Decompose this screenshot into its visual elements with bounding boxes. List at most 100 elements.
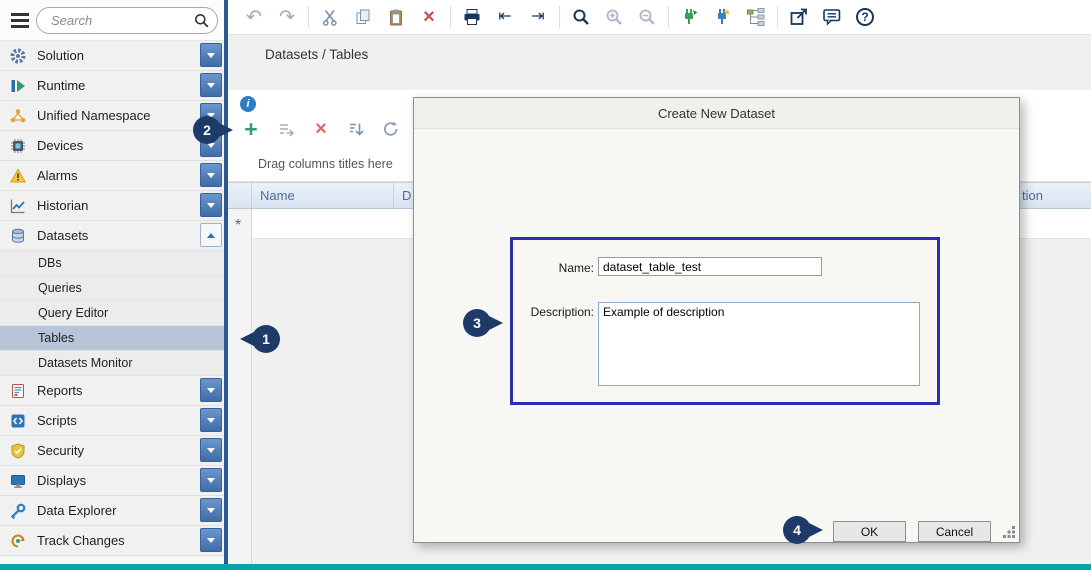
sidebar-item-displays[interactable]: Displays bbox=[0, 466, 224, 496]
chip-icon bbox=[8, 138, 28, 154]
ok-button[interactable]: OK bbox=[833, 521, 906, 542]
print-icon[interactable] bbox=[460, 5, 484, 29]
paste-icon[interactable] bbox=[384, 5, 408, 29]
sidebar-item-label: Unified Namespace bbox=[37, 108, 150, 123]
sidebar-item-scripts[interactable]: Scripts bbox=[0, 406, 224, 436]
sidebar-item-alarms[interactable]: Alarms bbox=[0, 161, 224, 191]
help-icon[interactable] bbox=[853, 5, 877, 29]
sidebar-item-label: Runtime bbox=[37, 78, 85, 93]
sidebar-item-label: Historian bbox=[37, 198, 88, 213]
hierarchy-icon[interactable] bbox=[744, 5, 768, 29]
callout-1-pointer bbox=[240, 332, 254, 346]
zoom-in-icon[interactable] bbox=[602, 5, 626, 29]
chart-icon bbox=[8, 198, 28, 214]
connect-icon[interactable] bbox=[678, 5, 702, 29]
historian-dropdown-button[interactable] bbox=[200, 193, 222, 217]
undo-icon[interactable]: ↶ bbox=[242, 5, 266, 29]
hamburger-menu-icon[interactable] bbox=[11, 13, 29, 16]
sidebar-item-label: Security bbox=[37, 443, 84, 458]
sidebar-subitem-datasets-monitor[interactable]: Datasets Monitor bbox=[0, 351, 224, 376]
navigate-previous-icon[interactable]: ⇤ bbox=[493, 5, 517, 29]
wrench-icon bbox=[8, 503, 28, 519]
application-window: Solution Runtime Unified Namespace Devic… bbox=[0, 0, 1091, 570]
info-icon[interactable] bbox=[240, 96, 256, 112]
cut-icon[interactable] bbox=[318, 5, 342, 29]
column-header-name[interactable]: Name bbox=[252, 183, 394, 208]
reports-dropdown-button[interactable] bbox=[200, 378, 222, 402]
sidebar-item-runtime[interactable]: Runtime bbox=[0, 71, 224, 101]
comment-icon[interactable] bbox=[820, 5, 844, 29]
sidebar-item-datasets[interactable]: Datasets bbox=[0, 221, 224, 251]
solution-dropdown-button[interactable] bbox=[200, 43, 222, 67]
sidebar-item-label: Alarms bbox=[37, 168, 77, 183]
toolbar-separator bbox=[308, 6, 309, 28]
breadcrumb-bar: Datasets / Tables bbox=[228, 35, 1091, 90]
security-dropdown-button[interactable] bbox=[200, 438, 222, 462]
sidebar-header bbox=[0, 0, 224, 41]
grid-toolbar: + × bbox=[240, 116, 402, 142]
group-hint: Drag columns titles here bbox=[258, 157, 393, 171]
toolbar-separator bbox=[668, 6, 669, 28]
sidebar: Solution Runtime Unified Namespace Devic… bbox=[0, 0, 224, 564]
sidebar-item-label: Datasets bbox=[37, 228, 88, 243]
sidebar-subitem-queries[interactable]: Queries bbox=[0, 276, 224, 301]
redo-icon[interactable]: ↷ bbox=[275, 5, 299, 29]
database-icon bbox=[8, 228, 28, 244]
callout-3-pointer bbox=[489, 316, 503, 330]
open-external-icon[interactable] bbox=[787, 5, 811, 29]
datasets-collapse-toggle[interactable] bbox=[200, 223, 222, 247]
delete-icon[interactable]: × bbox=[417, 5, 441, 29]
sync-icon bbox=[8, 533, 28, 549]
sidebar-subitem-tables[interactable]: Tables bbox=[0, 326, 224, 351]
history-icon[interactable] bbox=[380, 118, 402, 140]
dialog-title-bar[interactable]: Create New Dataset bbox=[414, 98, 1019, 129]
sidebar-item-label: Reports bbox=[37, 383, 83, 398]
toolbar-separator bbox=[777, 6, 778, 28]
find-icon[interactable] bbox=[569, 5, 593, 29]
data-explorer-dropdown-button[interactable] bbox=[200, 498, 222, 522]
sidebar-item-track-changes[interactable]: Track Changes bbox=[0, 526, 224, 556]
zoom-out-icon[interactable] bbox=[635, 5, 659, 29]
sidebar-item-reports[interactable]: Reports bbox=[0, 376, 224, 406]
copy-icon[interactable] bbox=[351, 5, 375, 29]
breadcrumb: Datasets / Tables bbox=[265, 47, 368, 62]
monitor-icon bbox=[8, 473, 28, 489]
callout-4: 4 bbox=[783, 516, 811, 544]
sidebar-item-unified-namespace[interactable]: Unified Namespace bbox=[0, 101, 224, 131]
navigate-next-icon[interactable]: ⇥ bbox=[526, 5, 550, 29]
sidebar-item-solution[interactable]: Solution bbox=[0, 41, 224, 71]
rename-icon[interactable] bbox=[275, 118, 297, 140]
sidebar-item-historian[interactable]: Historian bbox=[0, 191, 224, 221]
status-accent-bar bbox=[0, 564, 1091, 570]
callout-2-pointer bbox=[219, 123, 233, 137]
resize-grip[interactable] bbox=[1003, 526, 1015, 538]
sidebar-subitem-dbs[interactable]: DBs bbox=[0, 251, 224, 276]
annotation-highlight-rectangle bbox=[510, 237, 940, 405]
report-icon bbox=[8, 383, 28, 399]
sidebar-item-devices[interactable]: Devices bbox=[0, 131, 224, 161]
add-row-icon[interactable]: + bbox=[240, 118, 262, 140]
displays-dropdown-button[interactable] bbox=[200, 468, 222, 492]
alarms-dropdown-button[interactable] bbox=[200, 163, 222, 187]
search-input[interactable] bbox=[36, 7, 218, 34]
callout-3: 3 bbox=[463, 309, 491, 337]
play-icon bbox=[8, 78, 28, 94]
delete-row-icon[interactable]: × bbox=[310, 118, 332, 140]
sidebar-item-data-explorer[interactable]: Data Explorer bbox=[0, 496, 224, 526]
warning-icon bbox=[8, 168, 28, 184]
new-row-marker[interactable]: * bbox=[235, 217, 241, 235]
track-changes-dropdown-button[interactable] bbox=[200, 528, 222, 552]
scripts-dropdown-button[interactable] bbox=[200, 408, 222, 432]
code-icon bbox=[8, 413, 28, 429]
toolbar-separator bbox=[450, 6, 451, 28]
main-toolbar: ↶ ↷ × ⇤ ⇥ bbox=[228, 0, 1091, 35]
row-selector-column: * bbox=[228, 209, 252, 564]
sidebar-item-security[interactable]: Security bbox=[0, 436, 224, 466]
sort-icon[interactable] bbox=[345, 118, 367, 140]
cancel-button[interactable]: Cancel bbox=[918, 521, 991, 542]
connect-online-icon[interactable] bbox=[711, 5, 735, 29]
sidebar-item-label: Solution bbox=[37, 48, 84, 63]
runtime-dropdown-button[interactable] bbox=[200, 73, 222, 97]
sidebar-subitem-query-editor[interactable]: Query Editor bbox=[0, 301, 224, 326]
row-selector-header bbox=[228, 183, 252, 208]
